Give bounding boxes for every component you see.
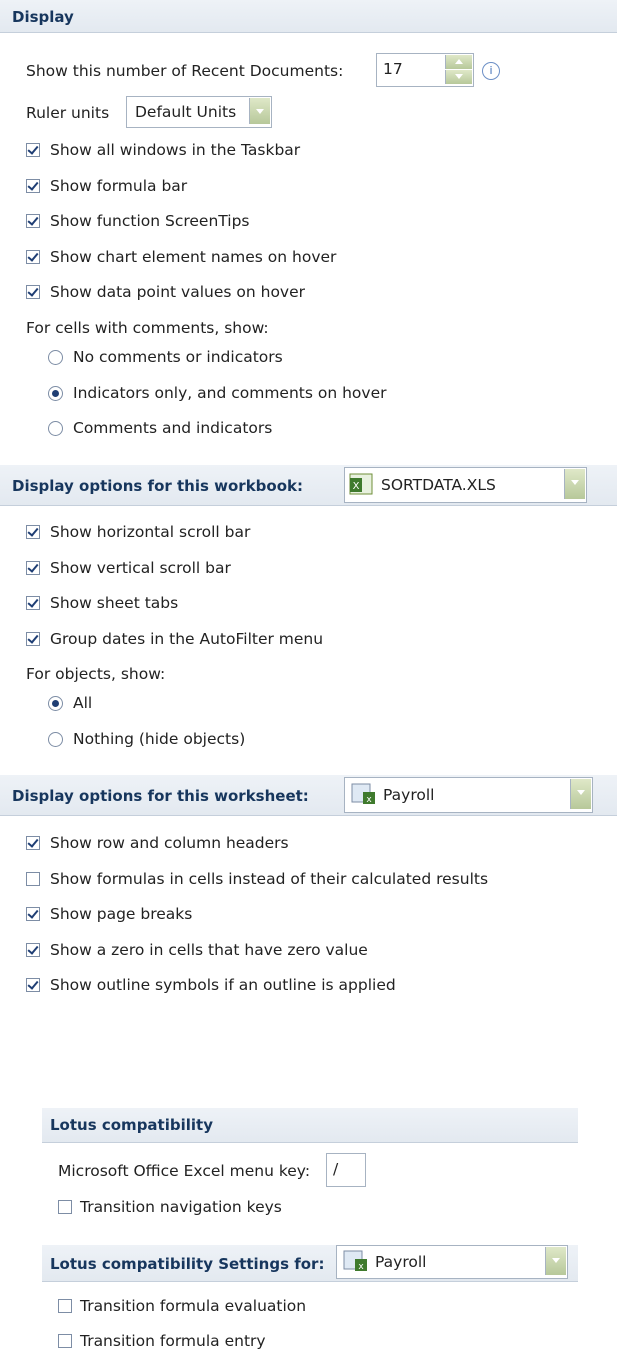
spinner-up-button[interactable]: [445, 55, 472, 69]
lotus-option-label: Transition formula evaluation: [80, 1297, 307, 1315]
workbook-option-label: Show horizontal scroll bar: [50, 523, 251, 541]
chevron-down-icon[interactable]: [545, 1247, 566, 1275]
comment-option-radio[interactable]: [48, 350, 63, 365]
comment-option-label: Indicators only, and comments on hover: [73, 383, 387, 402]
worksheet-option-label: Show row and column headers: [50, 834, 289, 852]
display-option-checkbox[interactable]: [26, 249, 40, 264]
workbook-header-title: Display options for this workbook:: [12, 477, 303, 495]
comment-option-radio[interactable]: [48, 421, 63, 436]
lotus-sheet-dropdown[interactable]: x Payroll: [336, 1245, 568, 1279]
comment-option-label: Comments and indicators: [73, 419, 273, 437]
worksheet-option-label: Show formulas in cells instead of their …: [50, 869, 489, 888]
worksheet-option-checkbox[interactable]: [26, 978, 40, 992]
object-option-radio[interactable]: [48, 696, 63, 711]
lotus-settings-title: Lotus compatibility Settings for:: [50, 1255, 325, 1273]
nav-keys-checkbox[interactable]: [58, 1200, 72, 1214]
workbook-option-checkbox[interactable]: [26, 560, 40, 575]
display-option-label: Show data point values on hover: [50, 283, 306, 301]
excel-sheet-icon: x: [351, 782, 375, 806]
recent-docs-label: Show this number of Recent Documents:: [26, 62, 344, 80]
svg-text:X: X: [353, 481, 360, 492]
worksheet-dropdown[interactable]: x Payroll: [344, 777, 593, 813]
recent-docs-spinner[interactable]: 17: [376, 53, 474, 87]
workbook-option-label: Group dates in the AutoFilter menu: [50, 629, 324, 648]
display-option-label: Show chart element names on hover: [50, 247, 337, 266]
menu-key-label: Microsoft Office Excel menu key:: [58, 1162, 311, 1180]
worksheet-option-label: Show a zero in cells that have zero valu…: [50, 940, 368, 959]
chevron-up-icon: [455, 59, 463, 64]
svg-text:x: x: [366, 795, 372, 805]
display-option-checkbox[interactable]: [26, 214, 40, 228]
menu-key-input[interactable]: /: [326, 1153, 366, 1187]
lotus-header-title: Lotus compatibility: [50, 1116, 213, 1134]
lotus-option-checkbox[interactable]: [58, 1299, 72, 1313]
excel-sheet-icon: x: [343, 1249, 367, 1273]
comment-option-radio[interactable]: [48, 385, 63, 401]
display-option-label: Show formula bar: [50, 176, 188, 195]
chevron-down-icon: [455, 74, 463, 79]
ruler-units-value: Default Units: [135, 103, 237, 121]
lotus-option-checkbox[interactable]: [58, 1334, 72, 1348]
workbook-dropdown[interactable]: X SORTDATA.XLS: [344, 467, 587, 503]
display-option-checkbox[interactable]: [26, 178, 40, 193]
workbook-option-label: Show vertical scroll bar: [50, 558, 231, 577]
workbook-option-checkbox[interactable]: [26, 525, 40, 539]
menu-key-value[interactable]: /: [333, 1160, 338, 1178]
recent-docs-value[interactable]: 17: [383, 60, 403, 78]
workbook-option-checkbox[interactable]: [26, 631, 40, 646]
worksheet-option-checkbox[interactable]: [26, 836, 40, 850]
worksheet-option-label: Show page breaks: [50, 905, 193, 923]
worksheet-header-title: Display options for this worksheet:: [12, 787, 309, 805]
lotus-section-header: Lotus compatibility: [42, 1108, 578, 1143]
spinner-down-button[interactable]: [445, 70, 472, 84]
display-header-title: Display: [12, 8, 74, 26]
object-option-label: All: [73, 694, 93, 712]
info-icon[interactable]: i: [482, 62, 500, 80]
lotus-sheet-name: Payroll: [375, 1253, 427, 1271]
nav-keys-label: Transition navigation keys: [80, 1198, 282, 1216]
object-option-label: Nothing (hide objects): [73, 729, 246, 748]
workbook-file-name: SORTDATA.XLS: [381, 476, 496, 494]
objects-label: For objects, show:: [26, 665, 166, 683]
worksheet-option-label: Show outline symbols if an outline is ap…: [50, 976, 396, 994]
display-option-checkbox[interactable]: [26, 285, 40, 299]
display-option-checkbox[interactable]: [26, 143, 40, 157]
ruler-units-label: Ruler units: [26, 104, 110, 122]
chevron-down-icon[interactable]: [249, 98, 270, 124]
worksheet-option-checkbox[interactable]: [26, 942, 40, 957]
comments-label: For cells with comments, show:: [26, 319, 269, 337]
chevron-down-icon[interactable]: [570, 779, 591, 809]
chevron-down-icon[interactable]: [564, 469, 585, 499]
ruler-units-dropdown[interactable]: Default Units: [126, 96, 272, 128]
excel-file-icon: X: [349, 472, 373, 496]
worksheet-option-checkbox[interactable]: [26, 871, 40, 886]
workbook-option-label: Show sheet tabs: [50, 594, 179, 612]
display-option-label: Show function ScreenTips: [50, 212, 250, 230]
display-section-header: Display: [0, 0, 617, 33]
display-option-label: Show all windows in the Taskbar: [50, 141, 301, 159]
worksheet-option-checkbox[interactable]: [26, 907, 40, 921]
worksheet-name: Payroll: [383, 786, 435, 804]
workbook-option-checkbox[interactable]: [26, 596, 40, 610]
comment-option-label: No comments or indicators: [73, 348, 283, 366]
lotus-option-label: Transition formula entry: [80, 1332, 266, 1350]
svg-text:x: x: [358, 1262, 364, 1272]
object-option-radio[interactable]: [48, 731, 63, 747]
